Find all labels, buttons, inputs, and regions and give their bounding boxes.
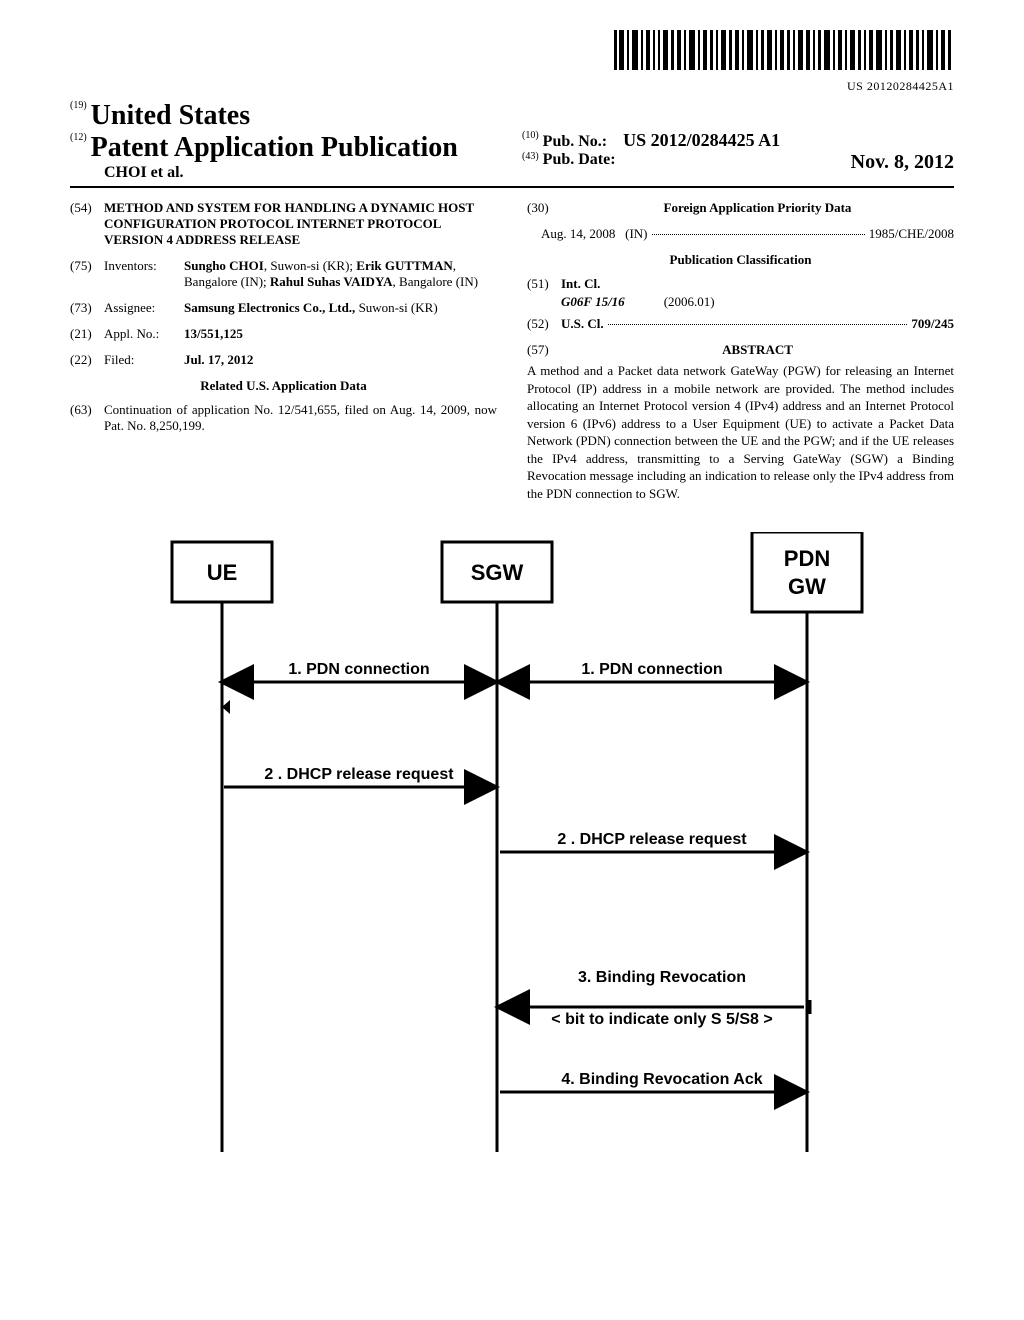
uscl-value: 709/245 [911,316,954,332]
sequence-diagram: UE SGW PDN GW 1. PDN connection 1. PDN c… [142,532,882,1152]
node-pdn: PDN [784,546,830,571]
applno-value: 13/551,125 [184,326,497,342]
msg-bind-1-sub: < bit to indicate only S 5/S8 > [551,1011,772,1028]
msg-bind-2: 4. Binding Revocation Ack [561,1071,762,1088]
intcl-code: (51) [527,276,561,292]
pub-type-code: (12) [70,132,87,143]
pubclass-heading: Publication Classification [527,252,954,268]
abstract-label: ABSTRACT [722,342,793,357]
related-heading: Related U.S. Application Data [70,378,497,394]
assignee-code: (73) [70,300,104,316]
inventors-code: (75) [70,258,104,290]
msg-pdn-1: 1. PDN connection [288,661,429,678]
node-sgw: SGW [471,560,524,585]
uscl-label: U.S. Cl. [561,316,604,332]
msg-dhcp-2: 2 . DHCP release request [557,831,747,848]
title-code: (54) [70,200,104,248]
msg-dhcp-1: 2 . DHCP release request [264,766,454,783]
pubno-label: Pub. No.: [543,133,607,150]
uscl-code: (52) [527,316,561,332]
intcl-class: G06F 15/16 [561,294,625,309]
pub-type: Patent Application Publication [91,132,458,163]
node-ue: UE [207,560,238,585]
inventors-value: Sungho CHOI, Suwon-si (KR); Erik GUTTMAN… [184,258,497,290]
dotfill [652,234,865,235]
applno-code: (21) [70,326,104,342]
node-gw: GW [788,574,826,599]
abstract-code: (57) [527,342,561,358]
foreign-num: 1985/CHE/2008 [869,226,954,242]
continuation-code: (63) [70,402,104,434]
pubdate-code: (43) [522,151,539,162]
assignee-value: Samsung Electronics Co., Ltd., Suwon-si … [184,300,497,316]
filed-code: (22) [70,352,104,368]
intcl-label: Int. Cl. [561,276,600,291]
foreign-date: Aug. 14, 2008 [541,226,615,242]
pubdate-value: Nov. 8, 2012 [851,151,954,174]
barcode-number: US 20120284425A1 [70,79,954,94]
foreign-heading: Foreign Application Priority Data [664,200,852,215]
pubno-value: US 2012/0284425 A1 [623,130,780,150]
abstract-text: A method and a Packet data network GateW… [527,362,954,502]
msg-pdn-2: 1. PDN connection [581,661,722,678]
pubno-code: (10) [522,130,539,141]
intcl-date: (2006.01) [664,294,715,309]
dotfill [608,324,908,325]
assignee-label: Assignee: [104,300,184,316]
msg-bind-1: 3. Binding Revocation [578,969,746,986]
country: United States [91,100,250,131]
invention-title: METHOD AND SYSTEM FOR HANDLING A DYNAMIC… [104,200,497,248]
barcode: US 20120284425A1 [70,30,954,94]
filed-value: Jul. 17, 2012 [184,352,497,368]
foreign-code: (30) [527,200,561,216]
authors-line: CHOI et al. [70,164,502,182]
foreign-country: (IN) [625,226,647,242]
country-code: (19) [70,100,87,111]
divider [70,186,954,188]
applno-label: Appl. No.: [104,326,184,342]
pubdate-label: Pub. Date: [543,151,616,168]
filed-label: Filed: [104,352,184,368]
continuation-text: Continuation of application No. 12/541,6… [104,402,497,434]
inventors-label: Inventors: [104,258,184,290]
